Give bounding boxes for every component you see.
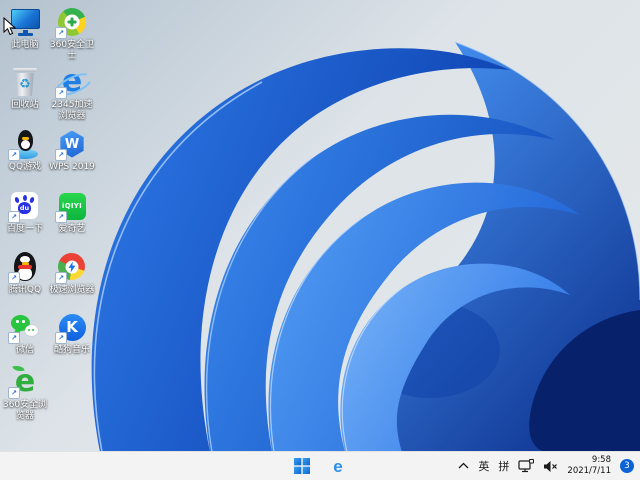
shortcut-arrow-icon: ↗ <box>8 332 20 344</box>
desktop-icon-2345-browser[interactable]: e ↗ 2345加速浏览器 <box>49 66 96 122</box>
windows-logo-icon <box>294 458 310 474</box>
tencent-qq-icon: ↗ <box>8 251 41 284</box>
qq-games-icon: ↗ <box>8 128 41 161</box>
wallpaper-bloom <box>0 0 640 452</box>
shortcut-arrow-icon: ↗ <box>55 332 67 344</box>
shortcut-arrow-icon: ↗ <box>55 87 67 99</box>
desktop-icon-label: 腾讯QQ <box>8 285 42 295</box>
shortcut-arrow-icon: ↗ <box>8 211 20 223</box>
2345-browser-icon: e ↗ <box>52 66 96 101</box>
start-button[interactable] <box>289 454 315 478</box>
taskbar-browser-button[interactable]: e <box>325 454 351 478</box>
iqiyi-icon: iQIYI ↗ <box>55 190 88 223</box>
desktop-icon-recycle-bin[interactable]: ♻ 回收站 <box>2 66 48 111</box>
clock-date: 2021/7/11 <box>567 466 611 476</box>
shortcut-arrow-icon: ↗ <box>8 272 20 284</box>
desktop-icon-baidu[interactable]: du ↗ 百度一下 <box>2 190 48 235</box>
desktop-icon-label: 360安全卫士 <box>49 40 95 61</box>
shortcut-arrow-icon: ↗ <box>8 149 20 161</box>
desktop-icon-label: 360安全浏览器 <box>2 400 48 421</box>
shortcut-arrow-icon: ↗ <box>55 149 67 161</box>
shortcut-arrow-icon: ↗ <box>8 387 20 399</box>
desktop-icon-label: 微信 <box>15 345 34 355</box>
network-icon[interactable] <box>518 459 535 473</box>
shortcut-arrow-icon: ↗ <box>55 211 67 223</box>
desktop-icon-label: 百度一下 <box>6 224 43 234</box>
volume-muted-icon[interactable] <box>543 460 558 473</box>
taskbar-center-icons: e <box>289 454 351 478</box>
ime-english-indicator[interactable]: 英 <box>478 458 489 474</box>
shortcut-arrow-icon: ↗ <box>55 27 67 39</box>
kugou-music-icon: K ↗ <box>55 311 88 344</box>
360-safety-guard-icon: ↗ <box>55 6 88 39</box>
360-safe-browser-icon: e ↗ <box>8 363 41 399</box>
speed-browser-icon: ↗ <box>55 251 88 284</box>
desktop-icon-qq-games[interactable]: ↗ QQ游戏 <box>2 128 48 173</box>
desktop-icon-360-safe-browser[interactable]: e ↗ 360安全浏览器 <box>2 363 48 422</box>
recycle-icon: ♻ <box>19 77 31 92</box>
desktop-icon-label: 此电脑 <box>11 40 39 50</box>
desktop-icon-label: 极速浏览器 <box>49 285 95 295</box>
desktop-icon-label: WPS 2019 <box>49 162 95 172</box>
desktop-icon-label: 回收站 <box>11 100 39 110</box>
wps-icon: W ↗ <box>55 128 88 161</box>
desktop-icon-kugou-music[interactable]: K ↗ 酷狗音乐 <box>49 311 95 356</box>
desktop-icon-tencent-qq[interactable]: ↗ 腾讯QQ <box>2 251 48 296</box>
desktop-icon-speed-browser[interactable]: ↗ 极速浏览器 <box>49 251 95 296</box>
desktop-icon-360-safety-guard[interactable]: ↗ 360安全卫士 <box>49 6 95 62</box>
desktop-icon-wechat[interactable]: ↗ 微信 <box>2 311 48 356</box>
recycle-bin-icon: ♻ <box>9 66 41 98</box>
wechat-icon: ↗ <box>8 311 41 344</box>
desktop-icon-wps-2019[interactable]: W ↗ WPS 2019 <box>49 128 95 173</box>
system-tray: 英 拼 9:58 2021/7/11 3 <box>458 452 634 480</box>
desktop-icon-iqiyi[interactable]: iQIYI ↗ 爱奇艺 <box>49 190 95 235</box>
mouse-cursor <box>3 17 17 36</box>
desktop-icon-label: 2345加速浏览器 <box>51 100 93 121</box>
clock-time: 9:58 <box>591 454 611 465</box>
desktop-icon-label: 酷狗音乐 <box>53 345 90 355</box>
shortcut-arrow-icon: ↗ <box>55 272 67 284</box>
taskbar-clock[interactable]: 9:58 2021/7/11 <box>567 455 611 477</box>
desktop-icon-label: QQ游戏 <box>8 162 42 172</box>
desktop: 此电脑 ♻ 回收站 ↗ QQ游戏 du ↗ 百度一下 ↗ 腾讯QQ ↗ 微信 e ↗… <box>0 0 640 452</box>
baidu-icon: du ↗ <box>8 190 41 223</box>
browser-e-icon: e <box>333 456 343 476</box>
desktop-icon-label: 爱奇艺 <box>58 224 86 234</box>
notification-count-badge[interactable]: 3 <box>620 459 634 473</box>
tray-expand-chevron-icon[interactable] <box>458 462 469 470</box>
taskbar: e 英 拼 9:58 2021/7/11 3 <box>0 451 640 480</box>
ime-pinyin-indicator[interactable]: 拼 <box>498 458 509 474</box>
